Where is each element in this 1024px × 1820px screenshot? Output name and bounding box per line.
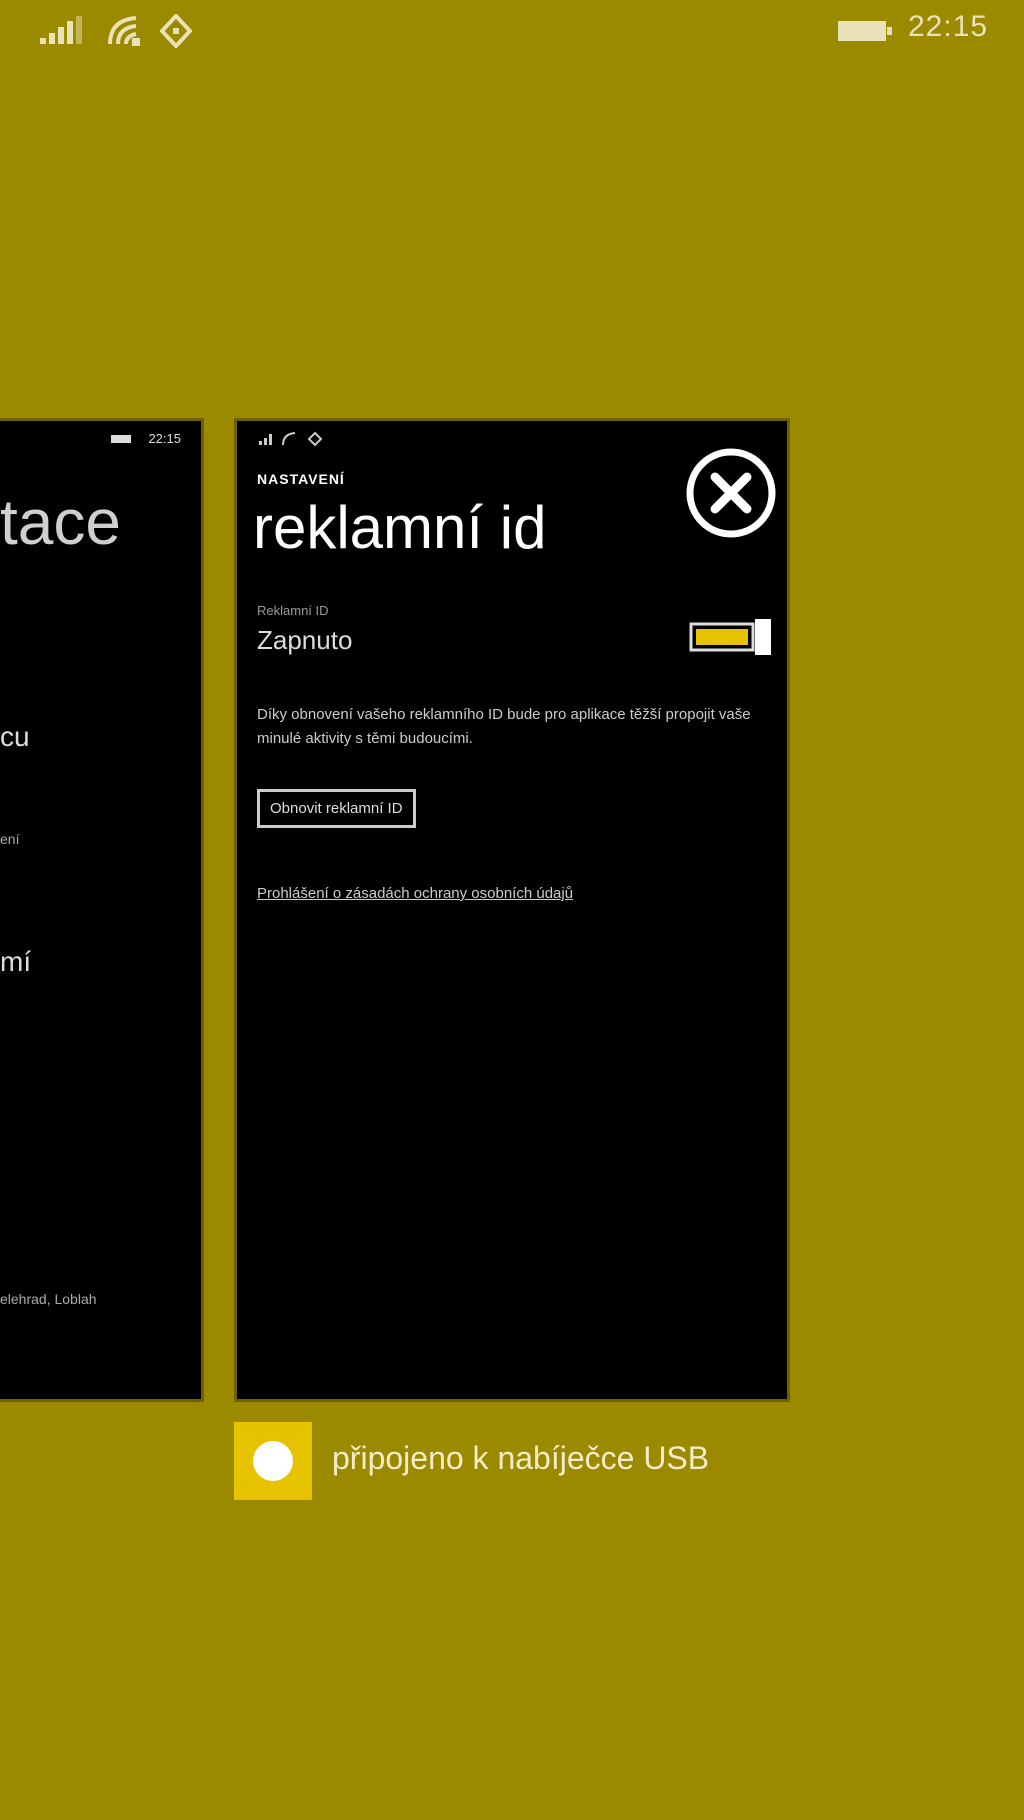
advertising-id-toggle[interactable] <box>689 619 773 655</box>
app-card-current[interactable]: NASTAVENÍ reklamní id Reklamní ID Zapnut… <box>234 418 790 1402</box>
battery-icon <box>111 435 131 443</box>
close-icon[interactable] <box>685 447 777 539</box>
page-title: reklamní id <box>253 494 547 561</box>
settings-header: NASTAVENÍ <box>257 471 345 487</box>
advertising-id-label: Reklamní ID <box>257 603 329 618</box>
card-status-time: 22:15 <box>148 431 181 446</box>
advertising-id-status: Zapnuto <box>257 625 353 655</box>
card-footer: elehrad, Loblah <box>0 1291 97 1307</box>
app-card-previous[interactable]: 22:15 tace cu ení mí elehrad, Loblah <box>0 418 204 1402</box>
card-item-subtext: ení <box>0 831 20 847</box>
usb-charger-notification[interactable]: připojeno k nabíječce USB <box>234 1422 834 1502</box>
description-text: Díky obnovení vašeho reklamního ID bude … <box>257 706 751 747</box>
notification-dot-icon <box>253 1441 293 1481</box>
card-status-icons <box>259 431 323 447</box>
card-title: tace <box>0 486 121 558</box>
status-time: 22:15 <box>908 10 989 43</box>
privacy-statement-link[interactable]: Prohlášení o zásadách ochrany osobních ú… <box>257 885 573 902</box>
card-item: cu <box>0 721 30 752</box>
notification-tile <box>234 1422 312 1500</box>
signal-icon <box>40 16 82 44</box>
reset-advertising-id-button[interactable]: Obnovit reklamní ID <box>257 789 416 828</box>
status-bar: 22:15 <box>0 0 1024 60</box>
battery-icon <box>838 21 892 41</box>
data-icon <box>160 14 192 48</box>
notification-text: připojeno k nabíječce USB <box>332 1440 710 1476</box>
wifi-icon <box>108 16 140 46</box>
card-item: mí <box>0 946 32 977</box>
